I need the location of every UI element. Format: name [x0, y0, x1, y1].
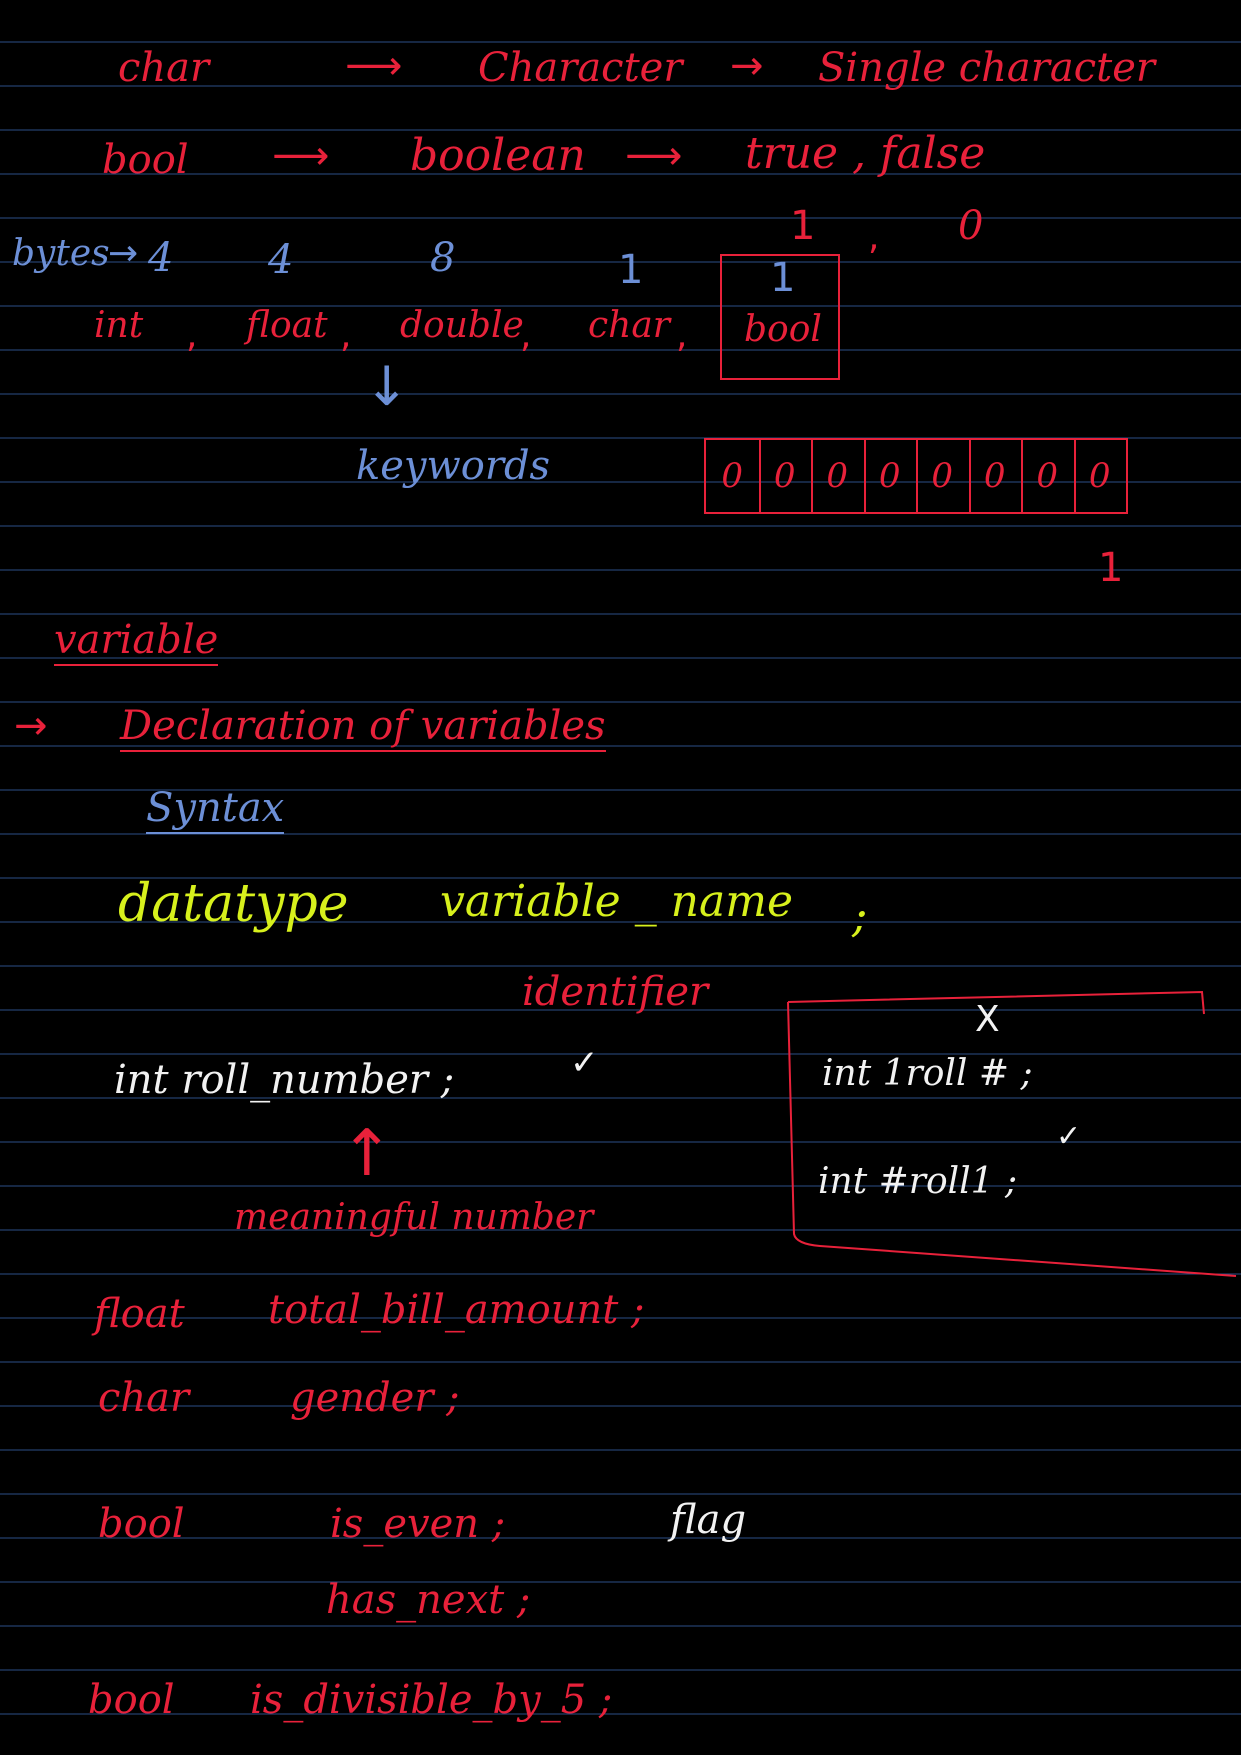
char-bytes: 1	[618, 247, 644, 293]
double-bytes: 8	[430, 235, 456, 281]
example-total-bill-amount: total_bill_amount ;	[268, 1287, 645, 1333]
syntax-semicolon: ;	[852, 888, 868, 942]
character-label: Character	[478, 45, 683, 91]
example-char-type: char	[98, 1375, 190, 1421]
example-has-next: has_next ;	[326, 1577, 531, 1623]
bit-cell: 0	[706, 440, 761, 512]
comma: ,	[186, 315, 198, 356]
int-bytes: 4	[148, 235, 174, 281]
meaningful-number-note: meaningful number	[234, 1197, 594, 1238]
byte-bits-box: 00000000	[704, 438, 1128, 514]
example-roll-number: int roll_number ;	[114, 1057, 455, 1103]
comma: ,	[340, 315, 352, 356]
bit-cell: 0	[969, 440, 1023, 512]
float-bytes: 4	[268, 237, 294, 283]
single-character-label: Single character	[818, 45, 1155, 91]
type-bool-label: bool	[102, 137, 189, 183]
flag-label: flag	[670, 1497, 747, 1543]
type-char-label: char	[118, 45, 210, 91]
check-icon: ✓	[570, 1043, 599, 1083]
comma: ,	[520, 315, 532, 356]
boolean-label: boolean	[410, 130, 586, 181]
bit-one-label: 1	[1098, 545, 1124, 591]
up-arrow: ↑	[340, 1117, 394, 1191]
identifier-label: identifier	[522, 969, 709, 1015]
identifier-rules-box	[787, 990, 1237, 1277]
value-comma: ,	[868, 217, 880, 258]
bit-cell: 0	[759, 440, 813, 512]
datatype-int: int	[94, 305, 144, 346]
down-arrow: ↓	[364, 355, 410, 418]
syntax-datatype: datatype	[118, 874, 349, 934]
bytes-label: bytes	[12, 233, 110, 274]
bit-cell: 0	[864, 440, 918, 512]
datatype-double: double	[400, 305, 524, 346]
arrow-right: →	[108, 233, 139, 274]
datatype-float: float	[246, 305, 328, 346]
invalid-mark: X	[975, 999, 1000, 1040]
check-icon: ✓	[1056, 1119, 1082, 1154]
valid-identifier-example: int #roll1 ;	[818, 1161, 1018, 1202]
example-float-type: float	[94, 1291, 185, 1337]
example-bool-type-2: bool	[88, 1677, 175, 1723]
syntax-variable-name: variable _ name	[440, 876, 794, 927]
bit-cell: 0	[916, 440, 971, 512]
false-value: 0	[958, 203, 984, 249]
example-is-even: is_even ;	[330, 1501, 506, 1547]
bit-cell: 0	[811, 440, 866, 512]
arrow-right: ⟶	[345, 43, 403, 89]
example-bool-type: bool	[98, 1501, 185, 1547]
true-value: 1	[790, 203, 816, 249]
example-gender: gender ;	[290, 1375, 460, 1421]
comma: ,	[676, 315, 688, 356]
arrow-right: →	[14, 703, 48, 749]
arrow-right: ⟶	[625, 133, 683, 179]
keywords-label: keywords	[356, 443, 551, 489]
bit-cell: 0	[1021, 440, 1076, 512]
arrow-right: ⟶	[272, 133, 330, 179]
syntax-label: Syntax	[146, 788, 285, 834]
variable-heading: variable	[54, 620, 219, 666]
true-false-label: true , false	[745, 128, 986, 179]
invalid-identifier-example: int 1roll # ;	[822, 1053, 1033, 1094]
datatype-bool: bool	[744, 309, 822, 350]
declaration-heading: Declaration of variables	[120, 706, 606, 752]
arrow-right: →	[730, 43, 764, 89]
bit-cell: 0	[1088, 456, 1111, 496]
datatype-char: char	[588, 305, 671, 346]
example-is-divisible-by-5: is_divisible_by_5 ;	[250, 1677, 613, 1723]
